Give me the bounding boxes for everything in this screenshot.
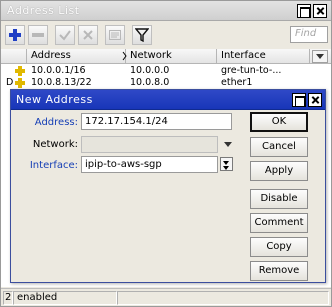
row-address: 10.0.0.1/16 (31, 65, 86, 76)
interface-column-label: Interface (221, 50, 266, 61)
table-header: Address Network Interface (1, 49, 331, 64)
network-label: Network: (32, 139, 78, 150)
row-interface: ether1 (221, 77, 253, 88)
network-dropdown-icon[interactable] (224, 142, 232, 147)
network-field[interactable] (81, 136, 218, 153)
disable-address-button[interactable]: Disable (250, 189, 308, 209)
network-column-header[interactable]: Network (126, 49, 217, 64)
window-titlebar[interactable]: Address List (1, 1, 331, 21)
row-flag: D (6, 77, 14, 88)
cancel-button[interactable]: Cancel (250, 137, 308, 157)
new-address-dialog: New Address Address: 172.17.154.1/24 Net… (10, 89, 326, 283)
dialog-close-button[interactable] (308, 93, 322, 107)
columns-dropdown-button[interactable] (312, 50, 328, 63)
row-network: 10.0.0.0 (130, 65, 170, 76)
minus-icon (32, 33, 44, 37)
x-icon (83, 30, 93, 40)
row-interface: gre-tun-to-... (221, 65, 282, 76)
dialog-title: New Address (16, 93, 93, 106)
check-icon (59, 30, 71, 41)
plus-icon (9, 29, 21, 41)
row-network: 10.0.8.0 (130, 77, 170, 88)
comment-icon (109, 30, 121, 40)
address-icon (15, 66, 25, 76)
interface-label: Interface: (29, 160, 78, 171)
toolbar: Find (1, 23, 331, 47)
comment-address-button[interactable]: Comment (250, 213, 308, 233)
address-icon (15, 78, 25, 88)
flag-column-header[interactable] (1, 49, 27, 64)
comment-button[interactable] (105, 25, 125, 45)
address-label: Address: (34, 117, 78, 128)
address-column-label: Address (31, 50, 71, 61)
status-cell-count: 2 (3, 291, 13, 305)
address-field[interactable]: 172.17.154.1/24 (81, 113, 232, 130)
window-title: Address List (7, 4, 80, 17)
copy-button[interactable]: Copy (250, 237, 308, 257)
table-row[interactable]: 10.0.0.1/16 10.0.0.0 gre-tun-to-... (1, 65, 331, 77)
apply-button[interactable]: Apply (250, 161, 308, 181)
address-column-header[interactable]: Address (27, 49, 126, 64)
enable-button[interactable] (55, 25, 75, 45)
find-input[interactable]: Find (290, 26, 328, 43)
network-column-label: Network (130, 50, 172, 61)
add-button[interactable] (5, 25, 25, 45)
remove-address-button[interactable]: Remove (250, 261, 308, 281)
maximize-button[interactable] (297, 4, 311, 18)
ok-button[interactable]: OK (250, 112, 308, 132)
remove-button[interactable] (28, 25, 48, 45)
interface-column-header[interactable]: Interface (217, 49, 310, 64)
table-row[interactable]: D 10.0.8.13/22 10.0.8.0 ether1 (1, 77, 331, 89)
disable-button[interactable] (78, 25, 98, 45)
status-cell-empty (117, 291, 329, 305)
dialog-titlebar[interactable]: New Address (11, 90, 325, 110)
interface-select[interactable]: ipip-to-aws-sgp (81, 156, 218, 173)
close-button[interactable] (313, 4, 327, 18)
dialog-maximize-button[interactable] (292, 93, 306, 107)
status-bar: 2 enabled (1, 288, 331, 306)
interface-dropdown-button[interactable] (220, 157, 233, 171)
status-text: enabled (13, 291, 117, 305)
filter-button[interactable] (132, 25, 152, 45)
filter-icon (135, 28, 149, 42)
chevron-down-icon (316, 54, 324, 59)
row-address: 10.0.8.13/22 (31, 77, 92, 88)
